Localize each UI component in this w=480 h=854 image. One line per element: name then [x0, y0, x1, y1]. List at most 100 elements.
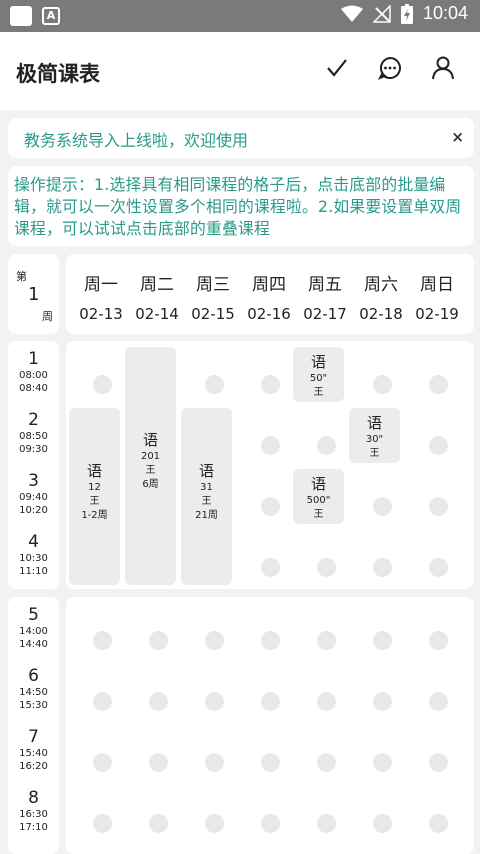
empty-cell-dot[interactable]	[317, 631, 336, 650]
day-header: 周一 02-13 周二 02-14 周三 02-15 周四 02-16 周五 0…	[66, 254, 474, 334]
course-teacher: 王	[145, 465, 156, 476]
day-header-thu: 周四 02-16	[247, 275, 291, 323]
day-header-mon: 周一 02-13	[79, 275, 123, 323]
empty-cell-dot[interactable]	[149, 753, 168, 772]
empty-cell-dot[interactable]	[317, 436, 336, 455]
empty-cell-dot[interactable]	[93, 692, 112, 711]
schedule-grid-morning: 语 12 王 1-2周语 201 王 6周语 31 王 21周语 50" 王语 30" 王语 500" 王	[66, 341, 474, 589]
course-card[interactable]: 语 500" 王	[293, 469, 344, 524]
time-slot: 5 14:00 14:40	[19, 605, 48, 650]
empty-cell-dot[interactable]	[373, 631, 392, 650]
check-icon[interactable]	[326, 57, 348, 79]
empty-cell-dot[interactable]	[317, 692, 336, 711]
empty-cell-dot[interactable]	[373, 558, 392, 577]
wifi-icon	[340, 5, 363, 22]
course-teacher: 王	[89, 495, 100, 507]
empty-cell-dot[interactable]	[373, 692, 392, 711]
time-column-afternoon: 5 14:00 14:40 6 14:50 15:30 7 15:40 16:2…	[8, 597, 59, 854]
tip-box: 操作提示：1.选择具有相同课程的格子后，点击底部的批量编辑，就可以一次性设置多个…	[8, 166, 474, 246]
course-card[interactable]: 语 31 王 21周	[181, 408, 232, 585]
day-header-tue: 周二 02-14	[135, 275, 179, 323]
empty-cell-dot[interactable]	[93, 631, 112, 650]
empty-cell-dot[interactable]	[261, 631, 280, 650]
course-room: 12	[88, 481, 101, 493]
empty-cell-dot[interactable]	[429, 814, 448, 833]
course-name: 语	[366, 414, 382, 432]
empty-cell-dot[interactable]	[93, 814, 112, 833]
day-header-sat: 周六 02-18	[359, 275, 403, 323]
close-icon[interactable]: ×	[451, 128, 464, 146]
course-name: 语	[310, 475, 326, 493]
time-slot: 2 08:50 09:30	[19, 410, 48, 455]
course-name: 语	[86, 461, 102, 480]
week-indicator[interactable]: 第 1 周	[8, 254, 59, 334]
empty-cell-dot[interactable]	[429, 497, 448, 516]
empty-cell-dot[interactable]	[373, 753, 392, 772]
week-number: 1	[28, 284, 40, 305]
time-slot: 8 16:30 17:10	[19, 788, 48, 833]
course-room: 500"	[306, 495, 331, 506]
empty-cell-dot[interactable]	[373, 814, 392, 833]
empty-cell-dot[interactable]	[149, 692, 168, 711]
empty-cell-dot[interactable]	[261, 436, 280, 455]
time-slot: 1 08:00 08:40	[19, 349, 48, 394]
course-weeks: 1-2周	[81, 509, 108, 521]
app-square-icon	[10, 6, 32, 26]
course-teacher: 王	[201, 495, 212, 507]
app-bar: 极简课表	[0, 32, 480, 110]
empty-cell-dot[interactable]	[93, 375, 112, 394]
empty-cell-dot[interactable]	[429, 436, 448, 455]
time-slot: 7 15:40 16:20	[19, 727, 48, 772]
empty-cell-dot[interactable]	[317, 558, 336, 577]
empty-cell-dot[interactable]	[317, 753, 336, 772]
course-room: 201	[140, 451, 161, 462]
a-notification-icon: A	[42, 7, 60, 25]
empty-cell-dot[interactable]	[429, 558, 448, 577]
course-teacher: 王	[313, 509, 324, 520]
course-card[interactable]: 语 201 王 6周	[125, 347, 176, 585]
course-weeks: 21周	[195, 509, 218, 521]
empty-cell-dot[interactable]	[205, 753, 224, 772]
empty-cell-dot[interactable]	[261, 375, 280, 394]
empty-cell-dot[interactable]	[317, 814, 336, 833]
course-room: 31	[200, 481, 213, 493]
schedule-grid-afternoon	[66, 597, 474, 854]
day-header-fri: 周五 02-17	[303, 275, 347, 323]
course-name: 语	[142, 431, 158, 449]
time-slot: 3 09:40 10:20	[19, 471, 48, 516]
course-card[interactable]: 语 12 王 1-2周	[69, 408, 120, 585]
empty-cell-dot[interactable]	[373, 497, 392, 516]
empty-cell-dot[interactable]	[429, 692, 448, 711]
course-card[interactable]: 语 30" 王	[349, 408, 400, 463]
course-name: 语	[310, 353, 326, 371]
empty-cell-dot[interactable]	[205, 375, 224, 394]
empty-cell-dot[interactable]	[261, 753, 280, 772]
chat-icon[interactable]	[378, 56, 402, 80]
empty-cell-dot[interactable]	[261, 692, 280, 711]
empty-cell-dot[interactable]	[205, 631, 224, 650]
week-suffix: 周	[42, 310, 53, 323]
empty-cell-dot[interactable]	[429, 631, 448, 650]
user-icon[interactable]	[432, 56, 454, 80]
day-header-wed: 周三 02-15	[191, 275, 235, 323]
empty-cell-dot[interactable]	[149, 814, 168, 833]
time-column-morning: 1 08:00 08:40 2 08:50 09:30 3 09:40 10:2…	[8, 341, 59, 589]
empty-cell-dot[interactable]	[373, 375, 392, 394]
notice-text: 教务系统导入上线啦，欢迎使用	[24, 131, 249, 150]
empty-cell-dot[interactable]	[149, 631, 168, 650]
course-teacher: 王	[369, 448, 380, 459]
time-slot: 4 10:30 11:10	[19, 532, 48, 577]
empty-cell-dot[interactable]	[261, 558, 280, 577]
empty-cell-dot[interactable]	[205, 814, 224, 833]
empty-cell-dot[interactable]	[261, 814, 280, 833]
empty-cell-dot[interactable]	[205, 692, 224, 711]
app-title: 极简课表	[16, 62, 100, 86]
empty-cell-dot[interactable]	[261, 497, 280, 516]
time-slot: 6 14:50 15:30	[19, 666, 48, 711]
empty-cell-dot[interactable]	[93, 753, 112, 772]
course-weeks: 6周	[142, 479, 159, 490]
battery-charging-icon	[400, 3, 413, 24]
empty-cell-dot[interactable]	[429, 375, 448, 394]
empty-cell-dot[interactable]	[429, 753, 448, 772]
course-card[interactable]: 语 50" 王	[293, 347, 344, 402]
